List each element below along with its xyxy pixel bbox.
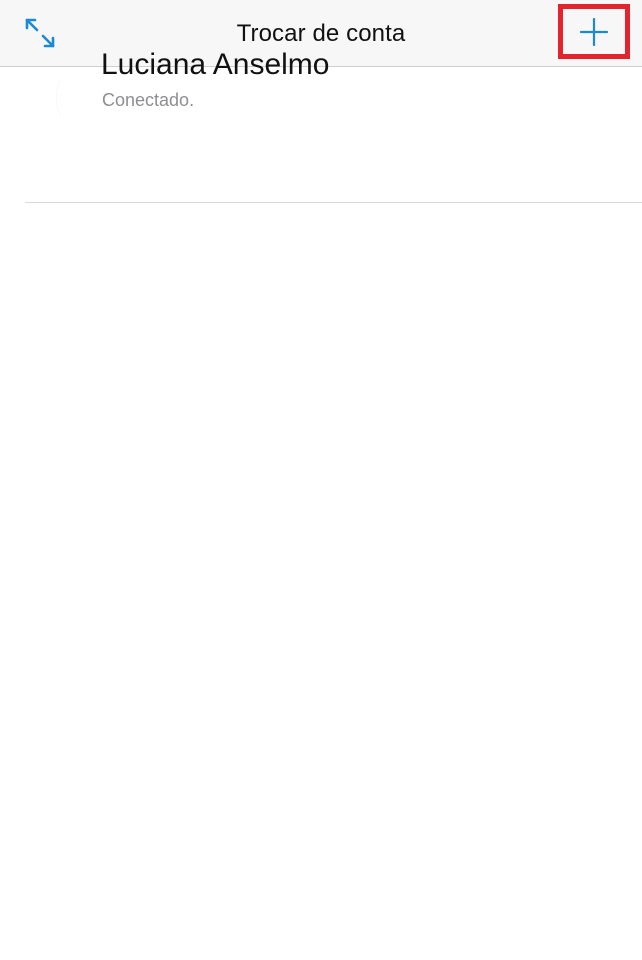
account-status: Conectado. <box>102 90 195 110</box>
page-title: Trocar de conta <box>236 20 406 47</box>
avatar <box>56 76 77 120</box>
switch-account-screen: Trocar de conta Luciana Anselmo Conectad… <box>0 0 642 960</box>
account-name: Luciana Anselmo <box>101 48 330 81</box>
plus-icon <box>579 17 609 46</box>
add-account-button[interactable] <box>558 4 630 59</box>
